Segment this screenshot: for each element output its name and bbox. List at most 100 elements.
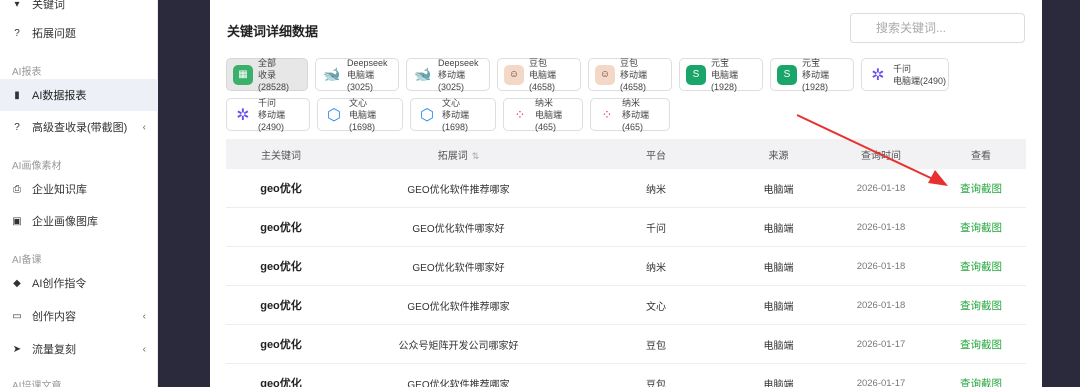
sidebar-group-ai-article: AI培课文章 [12, 381, 62, 387]
chip-name: 豆包 [529, 57, 548, 68]
cell-source: 电脑端 [763, 301, 794, 313]
sidebar-group-ai-prep: AI备课 [12, 255, 42, 266]
filter-chip-wenxin-mobile[interactable]: ⬡ 文心 移动端(1698) [410, 97, 496, 132]
cell-platform: 豆包 [646, 379, 666, 387]
view-screenshot-link[interactable]: 查询截图 [936, 181, 1026, 196]
view-screenshot-link[interactable]: 查询截图 [936, 259, 1026, 274]
cell-keyword: geo优化 [260, 183, 302, 195]
view-screenshot-link[interactable]: 查询截图 [936, 337, 1026, 352]
grid-icon: ▦ [233, 64, 253, 85]
filter-chip-qianwen-mobile[interactable]: ✲ 千问 移动端(2490) [226, 97, 310, 132]
view-screenshot-link[interactable]: 查询截图 [936, 298, 1026, 313]
sidebar-item-ai-instructions[interactable]: ◆ AI创作指令 [0, 267, 158, 299]
nami-icon: ⁘ [514, 106, 526, 122]
sort-icon[interactable]: ⇅ [472, 151, 480, 161]
doubao-avatar-icon: ☺ [504, 64, 524, 85]
sidebar-item-expand-questions[interactable]: ? 拓展问题 [0, 17, 158, 49]
cell-keyword: geo优化 [260, 378, 302, 387]
keyword-icon: ▾ [14, 0, 20, 10]
col-header-platform: 平台 [646, 150, 666, 162]
yuanbao-icon: S [777, 64, 797, 85]
filter-chip-qianwen-pc[interactable]: ✲ 千问 电脑端(2490) [861, 58, 949, 91]
chip-name: 千问 [893, 63, 912, 74]
cell-expand: GEO优化软件推荐哪家 [407, 184, 510, 196]
chip-count: 电脑端(1698) [349, 109, 377, 132]
sidebar-item-traffic-copy[interactable]: ➤ 流量复刻 ‹ [0, 333, 158, 365]
filter-chip-all[interactable]: ▦ 全部 收录(28528) [226, 58, 308, 92]
chip-name: 文心 [349, 97, 368, 108]
view-screenshot-link[interactable]: 查询截图 [936, 220, 1026, 235]
view-screenshot-link[interactable]: 查询截图 [936, 376, 1026, 387]
question-icon: ? [14, 27, 20, 39]
cell-source: 电脑端 [763, 379, 794, 387]
chip-name: 文心 [442, 97, 461, 108]
cell-keyword: geo优化 [260, 222, 302, 234]
col-header-expand[interactable]: 拓展词 ⇅ [336, 147, 581, 162]
filter-chip-nami-mobile[interactable]: ⁘ 纳米 移动端(465) [590, 98, 670, 132]
filter-chip-deepseek-pc[interactable]: 🐋 Deepseek 电脑端(3025) [315, 57, 399, 92]
wenxin-icon: ⬡ [420, 106, 434, 124]
chip-name: 元宝 [802, 57, 821, 68]
send-icon: ➤ [12, 343, 22, 355]
col-header-source: 来源 [768, 150, 789, 162]
chevron-left-icon: ‹ [142, 121, 146, 133]
cell-date: 2026-01-18 [856, 221, 906, 233]
cell-date: 2026-01-18 [856, 299, 906, 311]
sidebar-item-label: 关键词 [32, 0, 65, 11]
chip-name: 千问 [258, 97, 277, 108]
nami-icon: ⁘ [601, 106, 613, 122]
table-header: 主关键词 拓展词 ⇅ 平台 来源 查询时间 查看 [226, 139, 1026, 169]
page-title: 关键词详细数据 [227, 24, 319, 39]
filter-chip-yuanbao-pc[interactable]: S 元宝 电脑端(1928) [679, 58, 763, 92]
sidebar-group-ai-report: AI报表 [12, 67, 42, 78]
sidebar-item-create-content[interactable]: ▭ 创作内容 ‹ [0, 300, 158, 332]
table-row: geo优化 GEO优化软件推荐哪家 纳米 电脑端 2026-01-18 查询截图 [226, 169, 1026, 208]
cell-keyword: geo优化 [260, 300, 302, 312]
filter-chip-doubao-pc[interactable]: ☺ 豆包 电脑端(4658) [497, 57, 581, 92]
col-header-date: 查询时间 [861, 150, 901, 162]
sidebar-item-advanced-check[interactable]: ? 高级查收录(带截图) ‹ [0, 111, 158, 143]
sidebar-item-knowledge-base[interactable]: ⎙ 企业知识库 [0, 173, 158, 205]
filter-chip-doubao-mobile[interactable]: ☺ 豆包 移动端(4658) [588, 57, 672, 92]
cell-expand: GEO优化软件哪家好 [412, 223, 505, 235]
sidebar-item-label: 创作内容 [32, 311, 76, 323]
chip-count: 电脑端(4658) [529, 69, 557, 92]
qianwen-icon: ✲ [871, 66, 885, 84]
search-input[interactable] [850, 13, 1025, 43]
chip-name: 豆包 [620, 57, 639, 68]
sidebar-item-label: AI创作指令 [32, 278, 87, 290]
chart-icon: ▮ [14, 89, 20, 101]
chip-count: 移动端(1928) [802, 69, 830, 92]
table-row: geo优化 GEO优化软件哪家好 纳米 电脑端 2026-01-18 查询截图 [226, 247, 1026, 286]
table-row: geo优化 GEO优化软件哪家好 千问 电脑端 2026-01-18 查询截图 [226, 208, 1026, 247]
sidebar-item-ai-data-report[interactable]: ▮ AI数据报表 [0, 79, 158, 111]
sidebar-item-image-library[interactable]: ▣ 企业画像图库 [0, 205, 158, 237]
sidebar-item-label: 企业画像图库 [32, 216, 98, 228]
chip-count: 移动端(2490) [258, 109, 286, 132]
chip-count: 电脑端(1928) [711, 69, 739, 92]
filter-chip-wenxin-pc[interactable]: ⬡ 文心 电脑端(1698) [317, 97, 403, 132]
doubao-avatar-icon: ☺ [595, 64, 615, 85]
cell-platform: 文心 [646, 301, 666, 313]
filter-chip-deepseek-mobile[interactable]: 🐋 Deepseek 移动端(3025) [406, 57, 490, 92]
filter-chip-nami-pc[interactable]: ⁘ 纳米 电脑端(465) [503, 98, 583, 132]
col-header-expand-label: 拓展词 [437, 150, 468, 162]
sidebar-item-label: AI数据报表 [32, 90, 87, 102]
yuanbao-icon: S [686, 64, 706, 85]
cell-expand: GEO优化软件推荐哪家 [407, 379, 510, 387]
chevron-left-icon: ‹ [142, 343, 146, 355]
cell-source: 电脑端 [763, 184, 794, 196]
cell-expand: GEO优化软件哪家好 [412, 262, 505, 274]
cell-date: 2026-01-17 [856, 377, 906, 387]
cell-source: 电脑端 [763, 262, 794, 274]
sidebar: ▾ 关键词 ? 拓展问题 AI报表 ▮ AI数据报表 ? 高级查收录(带截图) … [0, 0, 158, 387]
filter-chip-yuanbao-mobile[interactable]: S 元宝 移动端(1928) [770, 57, 854, 92]
table-row: geo优化 GEO优化软件推荐哪家 豆包 电脑端 2026-01-17 查询截图 [226, 364, 1026, 387]
chip-count: 移动端(3025) [438, 69, 466, 92]
chip-name: Deepseek [438, 57, 479, 68]
chip-count: 电脑端(465) [535, 109, 563, 132]
chip-name: Deepseek [347, 57, 388, 68]
tag-icon: ◆ [13, 277, 21, 289]
cell-platform: 纳米 [646, 184, 666, 196]
wenxin-icon: ⬡ [327, 106, 341, 124]
